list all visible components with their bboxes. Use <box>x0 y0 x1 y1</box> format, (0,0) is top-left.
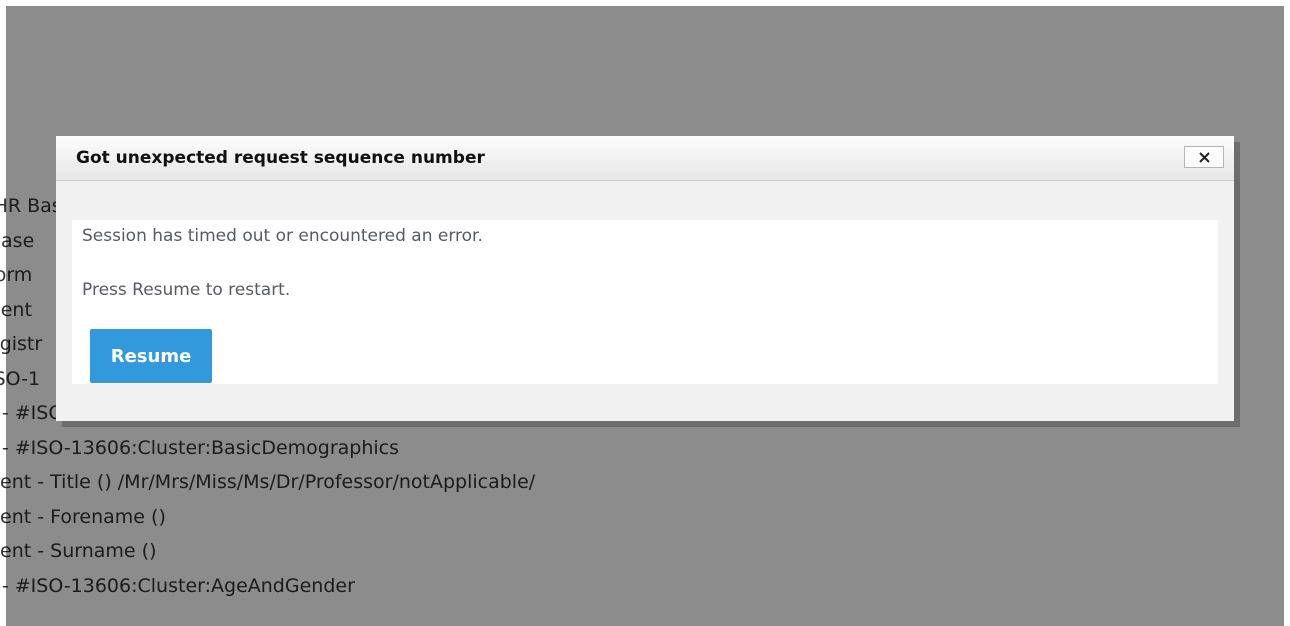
error-dialog: Got unexpected request sequence number S… <box>56 136 1234 421</box>
error-message: Session has timed out or encountered an … <box>82 226 483 246</box>
page: IHR Base Base form tient egistr ISO-1 r … <box>0 0 1290 626</box>
dialog-body: Session has timed out or encountered an … <box>72 220 1218 384</box>
instruction-message: Press Resume to restart. <box>82 280 291 300</box>
resume-button[interactable]: Resume <box>90 329 212 383</box>
close-button[interactable] <box>1184 146 1224 168</box>
close-icon <box>1198 152 1210 163</box>
dialog-header: Got unexpected request sequence number <box>56 136 1234 181</box>
dialog-title: Got unexpected request sequence number <box>76 148 485 168</box>
